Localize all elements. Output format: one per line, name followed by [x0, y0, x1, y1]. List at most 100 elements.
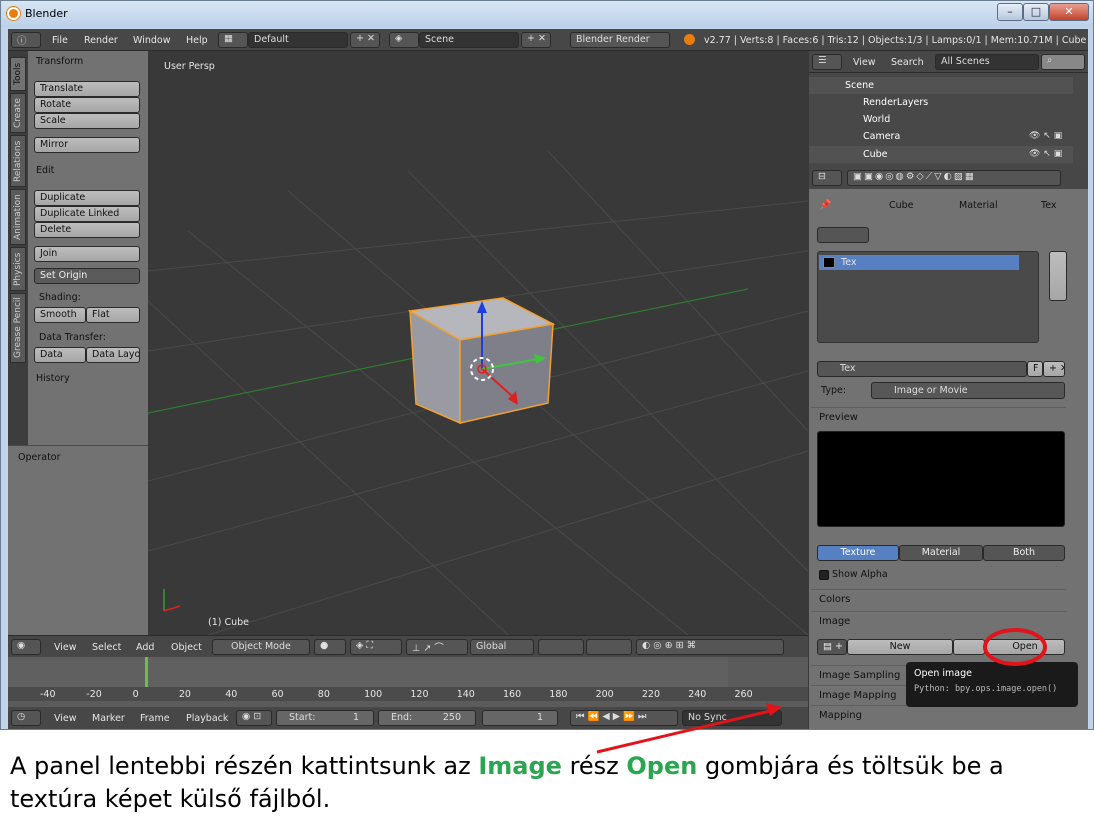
menu-add[interactable]: Add: [136, 642, 154, 653]
mode-select[interactable]: Object Mode: [212, 639, 310, 655]
image-new-button[interactable]: New: [847, 639, 953, 655]
menu-render[interactable]: Render: [84, 35, 118, 46]
minimize-button[interactable]: –: [997, 3, 1023, 21]
tab-tools[interactable]: Tools: [10, 57, 26, 91]
editor-type-button[interactable]: ⓘ: [11, 32, 41, 48]
menu-view[interactable]: View: [54, 642, 77, 653]
pivot-select[interactable]: ◈ ⛶: [350, 639, 402, 655]
mapping-header[interactable]: Mapping: [811, 705, 1066, 725]
current-frame-field[interactable]: 1: [482, 710, 558, 726]
layout-name[interactable]: Default: [248, 32, 348, 48]
pin-icon[interactable]: 📌: [819, 200, 831, 211]
data-button[interactable]: Data: [34, 347, 86, 363]
outliner-filter-select[interactable]: All Scenes: [935, 54, 1039, 70]
end-frame-field[interactable]: End: 250: [378, 710, 476, 726]
tab-grease-pencil[interactable]: Grease Pencil: [10, 293, 26, 363]
duplicate-linked-button[interactable]: Duplicate Linked: [34, 206, 140, 222]
editor-type-button[interactable]: ◷: [11, 710, 41, 726]
outliner-scene[interactable]: Scene: [845, 80, 874, 91]
preview-both-button[interactable]: Both: [983, 545, 1065, 561]
texture-name-field[interactable]: Tex: [817, 361, 1027, 377]
frame-tick-label: 60: [271, 689, 284, 700]
scale-button[interactable]: Scale: [34, 113, 140, 129]
orientation-select[interactable]: Global: [470, 639, 534, 655]
visibility-eye-icon[interactable]: 👁 ↖ ▣: [1029, 149, 1062, 159]
layer-buttons[interactable]: [586, 639, 632, 655]
close-button[interactable]: ✕: [1049, 3, 1089, 21]
manipulator-toggles[interactable]: ⊥ ↗ ⌒: [406, 639, 468, 655]
fake-user-button[interactable]: F: [1027, 361, 1043, 377]
duplicate-button[interactable]: Duplicate: [34, 190, 140, 206]
outliner-cube[interactable]: Cube: [863, 149, 888, 160]
frame-tick-label: 260: [734, 689, 753, 700]
join-button[interactable]: Join: [34, 246, 140, 262]
show-alpha-checkbox[interactable]: Show Alpha: [819, 569, 888, 580]
tab-physics[interactable]: Physics: [10, 247, 26, 291]
slot-move-buttons[interactable]: [1049, 251, 1067, 301]
timeline-view-menu[interactable]: View: [54, 713, 77, 724]
search-icon[interactable]: ⌕: [1041, 54, 1085, 70]
playback-controls[interactable]: ⏮ ⏪ ◀ ▶ ⏩ ⏭: [570, 710, 678, 726]
preview-material-button[interactable]: Material: [899, 545, 983, 561]
maximize-button[interactable]: □: [1023, 3, 1049, 21]
preview-header[interactable]: Preview: [811, 407, 1066, 427]
menu-select[interactable]: Select: [92, 642, 121, 653]
3d-viewport[interactable]: User Persp (1) Cube: [148, 51, 808, 635]
outliner-search-menu[interactable]: Search: [891, 57, 924, 68]
tab-create[interactable]: Create: [10, 93, 26, 133]
timeline[interactable]: -40 -20 0 20 40 60 80 100 120 140 160 180 200 220 240 2…: [8, 657, 808, 707]
tab-animation[interactable]: Animation: [10, 189, 26, 245]
snap-toggles[interactable]: ◐ ◎ ⊕ ⊞ ⌘: [636, 639, 784, 655]
texture-type-select[interactable]: Image or Movie: [871, 382, 1065, 399]
edit-header[interactable]: Edit: [36, 165, 54, 176]
menu-file[interactable]: File: [52, 35, 68, 46]
layout-add-button[interactable]: + ✕: [350, 32, 380, 48]
start-frame-field[interactable]: Start: 1: [276, 710, 374, 726]
scene-selector[interactable]: ◈: [389, 32, 419, 48]
current-frame-marker[interactable]: [145, 657, 148, 687]
sync-select[interactable]: No Sync: [682, 710, 782, 726]
translate-button[interactable]: Translate: [34, 81, 140, 97]
editor-type-button[interactable]: ⊟: [812, 170, 842, 186]
outliner-camera[interactable]: Camera: [863, 131, 900, 142]
image-folder-button[interactable]: [953, 639, 985, 655]
layer-buttons[interactable]: [538, 639, 584, 655]
visibility-eye-icon[interactable]: 👁 ↖ ▣: [1029, 131, 1062, 141]
shading-select[interactable]: ●: [314, 639, 346, 655]
scene-name[interactable]: Scene: [419, 32, 519, 48]
tab-relations[interactable]: Relations: [10, 135, 26, 187]
property-context-tabs[interactable]: ▣▣◉◎◍⚙◇⟋▽◐▧▦: [847, 170, 1061, 186]
operator-header[interactable]: Operator: [18, 452, 61, 463]
timeline-playback-menu[interactable]: Playback: [186, 713, 228, 724]
texture-new-unlink[interactable]: + ✕: [1043, 361, 1065, 377]
set-origin-select[interactable]: Set Origin: [34, 268, 140, 284]
delete-button[interactable]: Delete: [34, 222, 140, 238]
texture-context-buttons[interactable]: [817, 227, 869, 243]
menu-object[interactable]: Object: [171, 642, 202, 653]
transform-header[interactable]: Transform: [36, 56, 83, 67]
flat-button[interactable]: Flat: [86, 307, 140, 323]
keyframe-toggles[interactable]: ◉ ⊡: [236, 710, 272, 726]
outliner-renderlayers[interactable]: RenderLayers: [863, 97, 928, 108]
rotate-button[interactable]: Rotate: [34, 97, 140, 113]
image-header[interactable]: Image: [811, 611, 1066, 631]
menu-help[interactable]: Help: [186, 35, 208, 46]
image-browse-button[interactable]: ▤ +: [817, 639, 847, 655]
preview-texture-button[interactable]: Texture: [817, 545, 899, 561]
menu-window[interactable]: Window: [133, 35, 170, 46]
timeline-marker-menu[interactable]: Marker: [92, 713, 125, 724]
timeline-frame-menu[interactable]: Frame: [140, 713, 170, 724]
mirror-button[interactable]: Mirror: [34, 137, 140, 153]
render-engine-select[interactable]: Blender Render: [570, 32, 670, 48]
editor-type-button[interactable]: ◉: [11, 639, 41, 655]
editor-type-button[interactable]: ☰: [812, 54, 842, 70]
history-header[interactable]: History: [36, 373, 70, 384]
scene-add-button[interactable]: + ✕: [521, 32, 551, 48]
data-layout-button[interactable]: Data Layo: [86, 347, 140, 363]
layout-selector[interactable]: ▦: [218, 32, 248, 48]
outliner-world[interactable]: World: [863, 114, 890, 125]
smooth-button[interactable]: Smooth: [34, 307, 86, 323]
colors-header[interactable]: Colors: [811, 589, 1066, 609]
image-open-button[interactable]: Open: [985, 639, 1065, 655]
outliner-view-menu[interactable]: View: [853, 57, 876, 68]
